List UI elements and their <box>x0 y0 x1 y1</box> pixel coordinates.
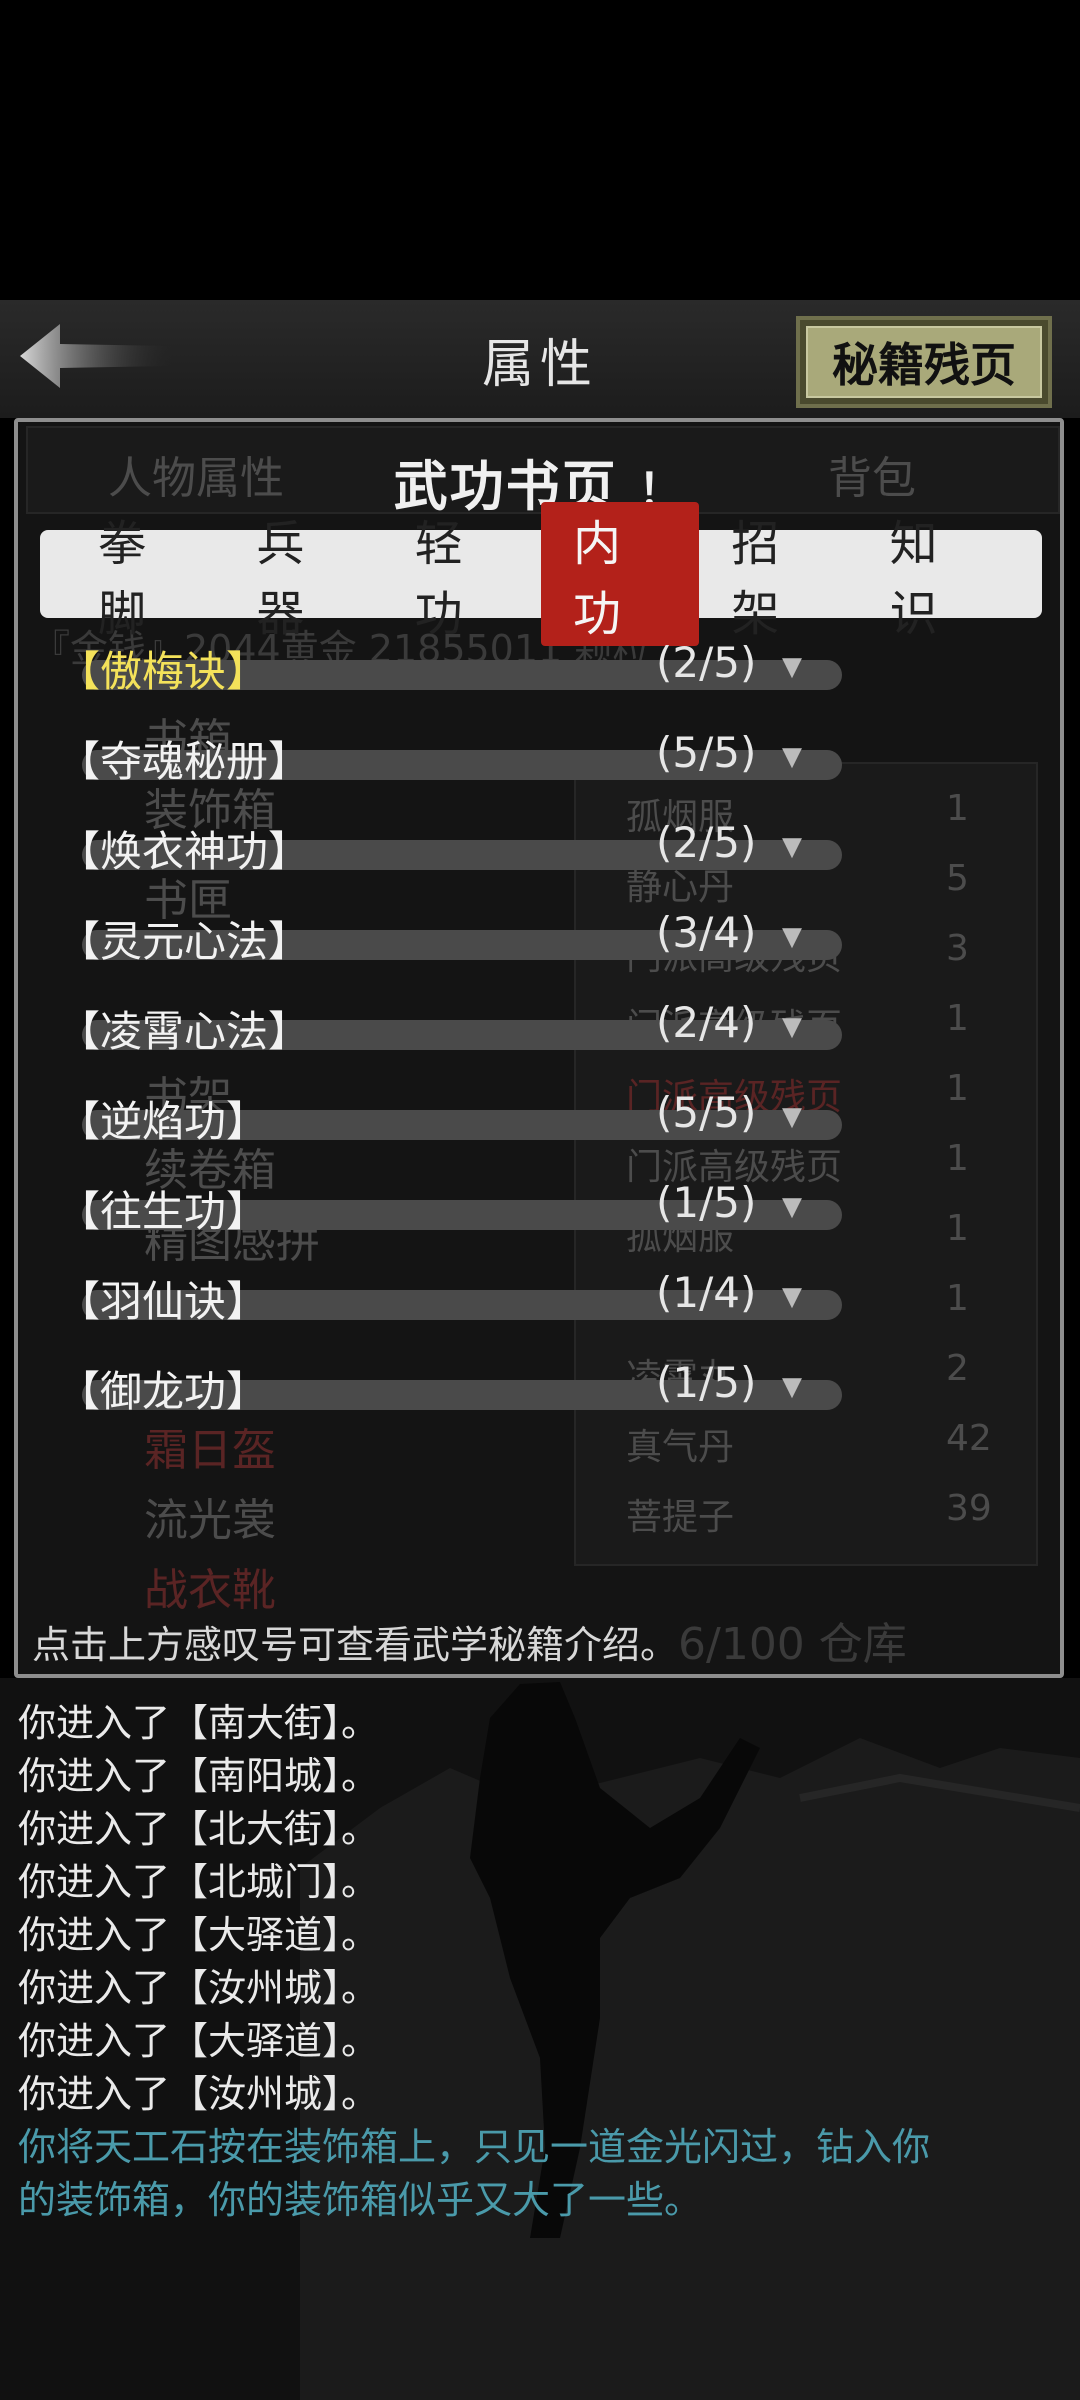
book-name: 【御龙功】 <box>58 1367 269 1416</box>
book-count: (2/5) <box>656 818 757 867</box>
book-name: 【夺魂秘册】 <box>58 737 311 786</box>
book-item[interactable]: 【夺魂秘册】 (5/5) ▼ <box>58 728 1018 798</box>
log-line: 你进入了【大驿道】。 <box>18 2019 380 2063</box>
log-line: 你进入了【北城门】。 <box>18 1860 380 1904</box>
chevron-down-icon[interactable]: ▼ <box>782 1012 802 1042</box>
book-item[interactable]: 【御龙功】 (1/5) ▼ <box>58 1358 1018 1428</box>
bg-equip: 流光裳 <box>144 1495 276 1546</box>
chevron-down-icon[interactable]: ▼ <box>782 1282 802 1312</box>
log-line: 你进入了【南阳城】。 <box>18 1754 380 1798</box>
secret-pages-button[interactable]: 秘籍残页 <box>796 316 1052 408</box>
chevron-down-icon[interactable]: ▼ <box>782 1102 802 1132</box>
book-name: 【羽仙诀】 <box>58 1277 269 1326</box>
book-item[interactable]: 【灵元心法】 (3/4) ▼ <box>58 908 1018 978</box>
log-line: 你进入了【北大街】。 <box>18 1807 380 1851</box>
book-item[interactable]: 【焕衣神功】 (2/5) ▼ <box>58 818 1018 888</box>
chevron-down-icon[interactable]: ▼ <box>782 742 802 772</box>
category-tabs: 拳脚 兵器 轻功 内功 招架 知识 <box>40 502 1042 646</box>
book-item[interactable]: 【逆焰功】 (5/5) ▼ <box>58 1088 1018 1158</box>
book-count: (1/4) <box>656 1268 757 1317</box>
book-name: 【灵元心法】 <box>58 917 311 966</box>
main-panel: 人物属性 背包 『金钱』2044黄金 21855011 颗粒 书箱 装饰箱 书匣… <box>14 418 1064 1678</box>
book-count: (2/5) <box>656 638 757 687</box>
bg-capacity: 6/100 仓库 <box>678 1619 907 1670</box>
secret-pages-label: 秘籍残页 <box>806 326 1042 398</box>
book-count: (5/5) <box>656 1088 757 1137</box>
book-name: 【焕衣神功】 <box>58 827 311 876</box>
tab-fist[interactable]: 拳脚 <box>66 502 224 646</box>
book-name: 【凌霄心法】 <box>58 1007 311 1056</box>
hint-text: 点击上方感叹号可查看武学秘籍介绍。 <box>32 1623 679 1667</box>
tab-parry[interactable]: 招架 <box>699 502 857 646</box>
chevron-down-icon[interactable]: ▼ <box>782 1372 802 1402</box>
log-message-line: 的装饰箱，你的装饰箱似乎又大了一些。 <box>18 2178 703 2222</box>
book-name: 【逆焰功】 <box>58 1097 269 1146</box>
tab-inner[interactable]: 内功 <box>540 502 700 646</box>
tab-knowledge[interactable]: 知识 <box>858 502 1016 646</box>
bg-item-qty: 39 <box>946 1488 992 1529</box>
bg-item-name: 菩提子 <box>626 1497 735 1538</box>
log-line: 你进入了【南大街】。 <box>18 1701 380 1745</box>
book-count: (5/5) <box>656 728 757 777</box>
book-item[interactable]: 【羽仙诀】 (1/4) ▼ <box>58 1268 1018 1338</box>
book-count: (2/4) <box>656 998 757 1047</box>
book-count: (1/5) <box>656 1358 757 1407</box>
message-log[interactable]: 你进入了【南大街】。 你进入了【南阳城】。 你进入了【北大街】。 你进入了【北城… <box>0 1678 1080 2400</box>
chevron-down-icon[interactable]: ▼ <box>782 832 802 862</box>
book-name: 【傲梅诀】 <box>58 647 269 696</box>
log-line: 你进入了【汝州城】。 <box>18 1966 380 2010</box>
bg-equip: 战衣靴 <box>144 1565 276 1616</box>
book-count: (3/4) <box>656 908 757 957</box>
log-line: 你进入了【汝州城】。 <box>18 2072 380 2116</box>
book-item[interactable]: 【凌霄心法】 (2/4) ▼ <box>58 998 1018 1068</box>
book-item[interactable]: 【傲梅诀】 (2/5) ▼ <box>58 638 1018 708</box>
book-item[interactable]: 【往生功】 (1/5) ▼ <box>58 1178 1018 1248</box>
book-name: 【往生功】 <box>58 1187 269 1236</box>
book-count: (1/5) <box>656 1178 757 1227</box>
chevron-down-icon[interactable]: ▼ <box>782 922 802 952</box>
chevron-down-icon[interactable]: ▼ <box>782 1192 802 1222</box>
tab-weapon[interactable]: 兵器 <box>224 502 382 646</box>
tab-lightness[interactable]: 轻功 <box>383 502 541 646</box>
chevron-down-icon[interactable]: ▼ <box>782 652 802 682</box>
log-line: 你进入了【大驿道】。 <box>18 1913 380 1957</box>
log-message-line: 你将天工石按在装饰箱上，只见一道金光闪过，钻入你 <box>18 2125 931 2169</box>
